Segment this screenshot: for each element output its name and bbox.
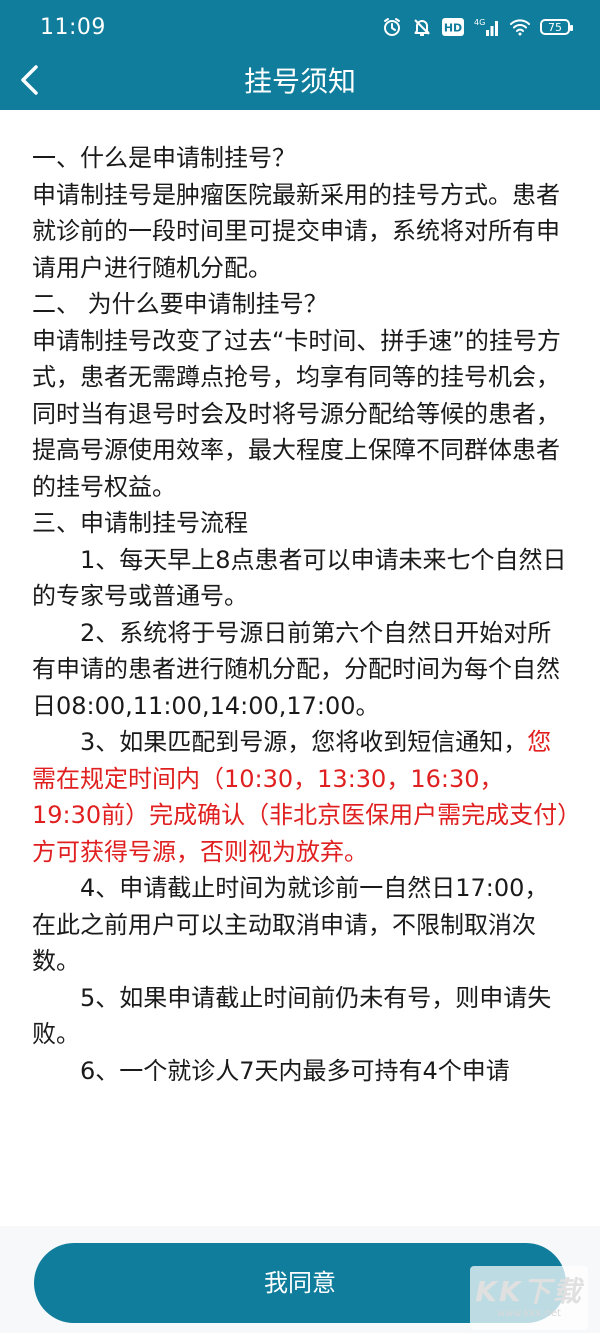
status-time: 11:09: [40, 14, 106, 40]
section1-paragraph: 申请制挂号是肿瘤医院最新采用的挂号方式。患者就诊前的一段时间里可提交申请，系统将…: [32, 180, 560, 282]
nav-bar: 挂号须知: [0, 54, 600, 110]
section2-title: 二、 为什么要申请制挂号？: [32, 290, 328, 318]
signal-4g-icon: 4G: [474, 17, 500, 37]
bell-muted-icon: [412, 17, 432, 37]
alarm-icon: [382, 17, 402, 37]
wifi-icon: [510, 18, 530, 36]
hd-label: HD: [444, 22, 462, 35]
notice-content: 一、什么是申请制挂号？ 申请制挂号是肿瘤医院最新采用的挂号方式。患者就诊前的一段…: [32, 140, 572, 1089]
watermark-logo: KK下载: [475, 1275, 583, 1308]
process-step-3: 3、如果匹配到号源，您将收到短信通知，您需在规定时间内（10:30，13:30，…: [32, 724, 572, 870]
process-step-6: 6、一个就诊人7天内最多可持有4个申请: [80, 1056, 510, 1085]
page-title: 挂号须知: [243, 65, 356, 98]
watermark: KK下载 www.kkx.net: [470, 1266, 588, 1330]
process-step-5: 5、如果申请截止时间前仍未有号，则申请失败。: [32, 983, 552, 1049]
section1-title: 一、什么是申请制挂号？: [32, 144, 296, 172]
watermark-url: www.kkx.net: [497, 1308, 561, 1319]
process-step-1: 1、每天早上8点患者可以申请未来七个自然日的专家号或普通号。: [32, 545, 567, 611]
process-step-2: 2、系统将于号源日前第六个自然日开始对所有申请的患者进行随机分配，分配时间为每个…: [32, 618, 560, 720]
section3-title: 三、申请制挂号流程: [32, 509, 248, 537]
status-icons: HD 4G 75: [382, 17, 573, 37]
step3-text: 3、如果匹配到号源，您将收到短信通知，: [80, 728, 528, 756]
battery-icon: 75: [540, 19, 573, 35]
process-step-4: 4、申请截止时间为就诊前一自然日17:00，在此之前用户可以主动取消申请，不限制…: [32, 874, 549, 975]
hd-icon: HD: [442, 18, 464, 36]
status-bar: 11:09 HD 4G 75: [0, 0, 600, 54]
section2-paragraph: 申请制挂号改变了过去“卡时间、拼手速”的挂号方式，患者无需蹲点抢号，均享有同等的…: [32, 326, 561, 501]
network-label: 4G: [474, 18, 485, 27]
